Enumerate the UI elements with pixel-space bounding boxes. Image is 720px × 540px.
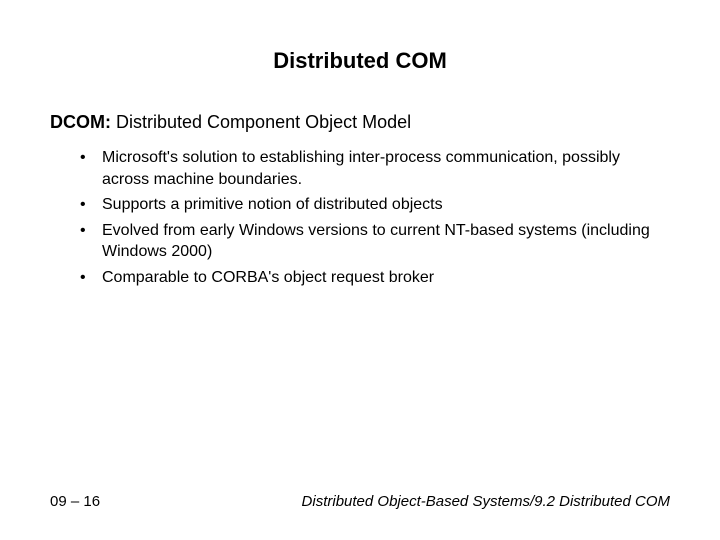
bullet-list: Microsoft's solution to establishing int…	[50, 147, 670, 289]
list-item: Supports a primitive notion of distribut…	[80, 194, 670, 216]
subtitle-label: DCOM:	[50, 112, 111, 132]
slide-subtitle: DCOM: Distributed Component Object Model	[50, 112, 670, 133]
slide-container: Distributed COM DCOM: Distributed Compon…	[0, 0, 720, 540]
slide-title: Distributed COM	[50, 48, 670, 74]
list-item: Microsoft's solution to establishing int…	[80, 147, 670, 190]
subtitle-expansion: Distributed Component Object Model	[111, 112, 411, 132]
footer-page-number: 09 – 16	[50, 493, 100, 510]
list-item: Evolved from early Windows versions to c…	[80, 220, 670, 263]
slide-footer: 09 – 16 Distributed Object-Based Systems…	[50, 493, 670, 510]
list-item: Comparable to CORBA's object request bro…	[80, 267, 670, 289]
footer-chapter: Distributed Object-Based Systems/9.2 Dis…	[302, 493, 670, 510]
